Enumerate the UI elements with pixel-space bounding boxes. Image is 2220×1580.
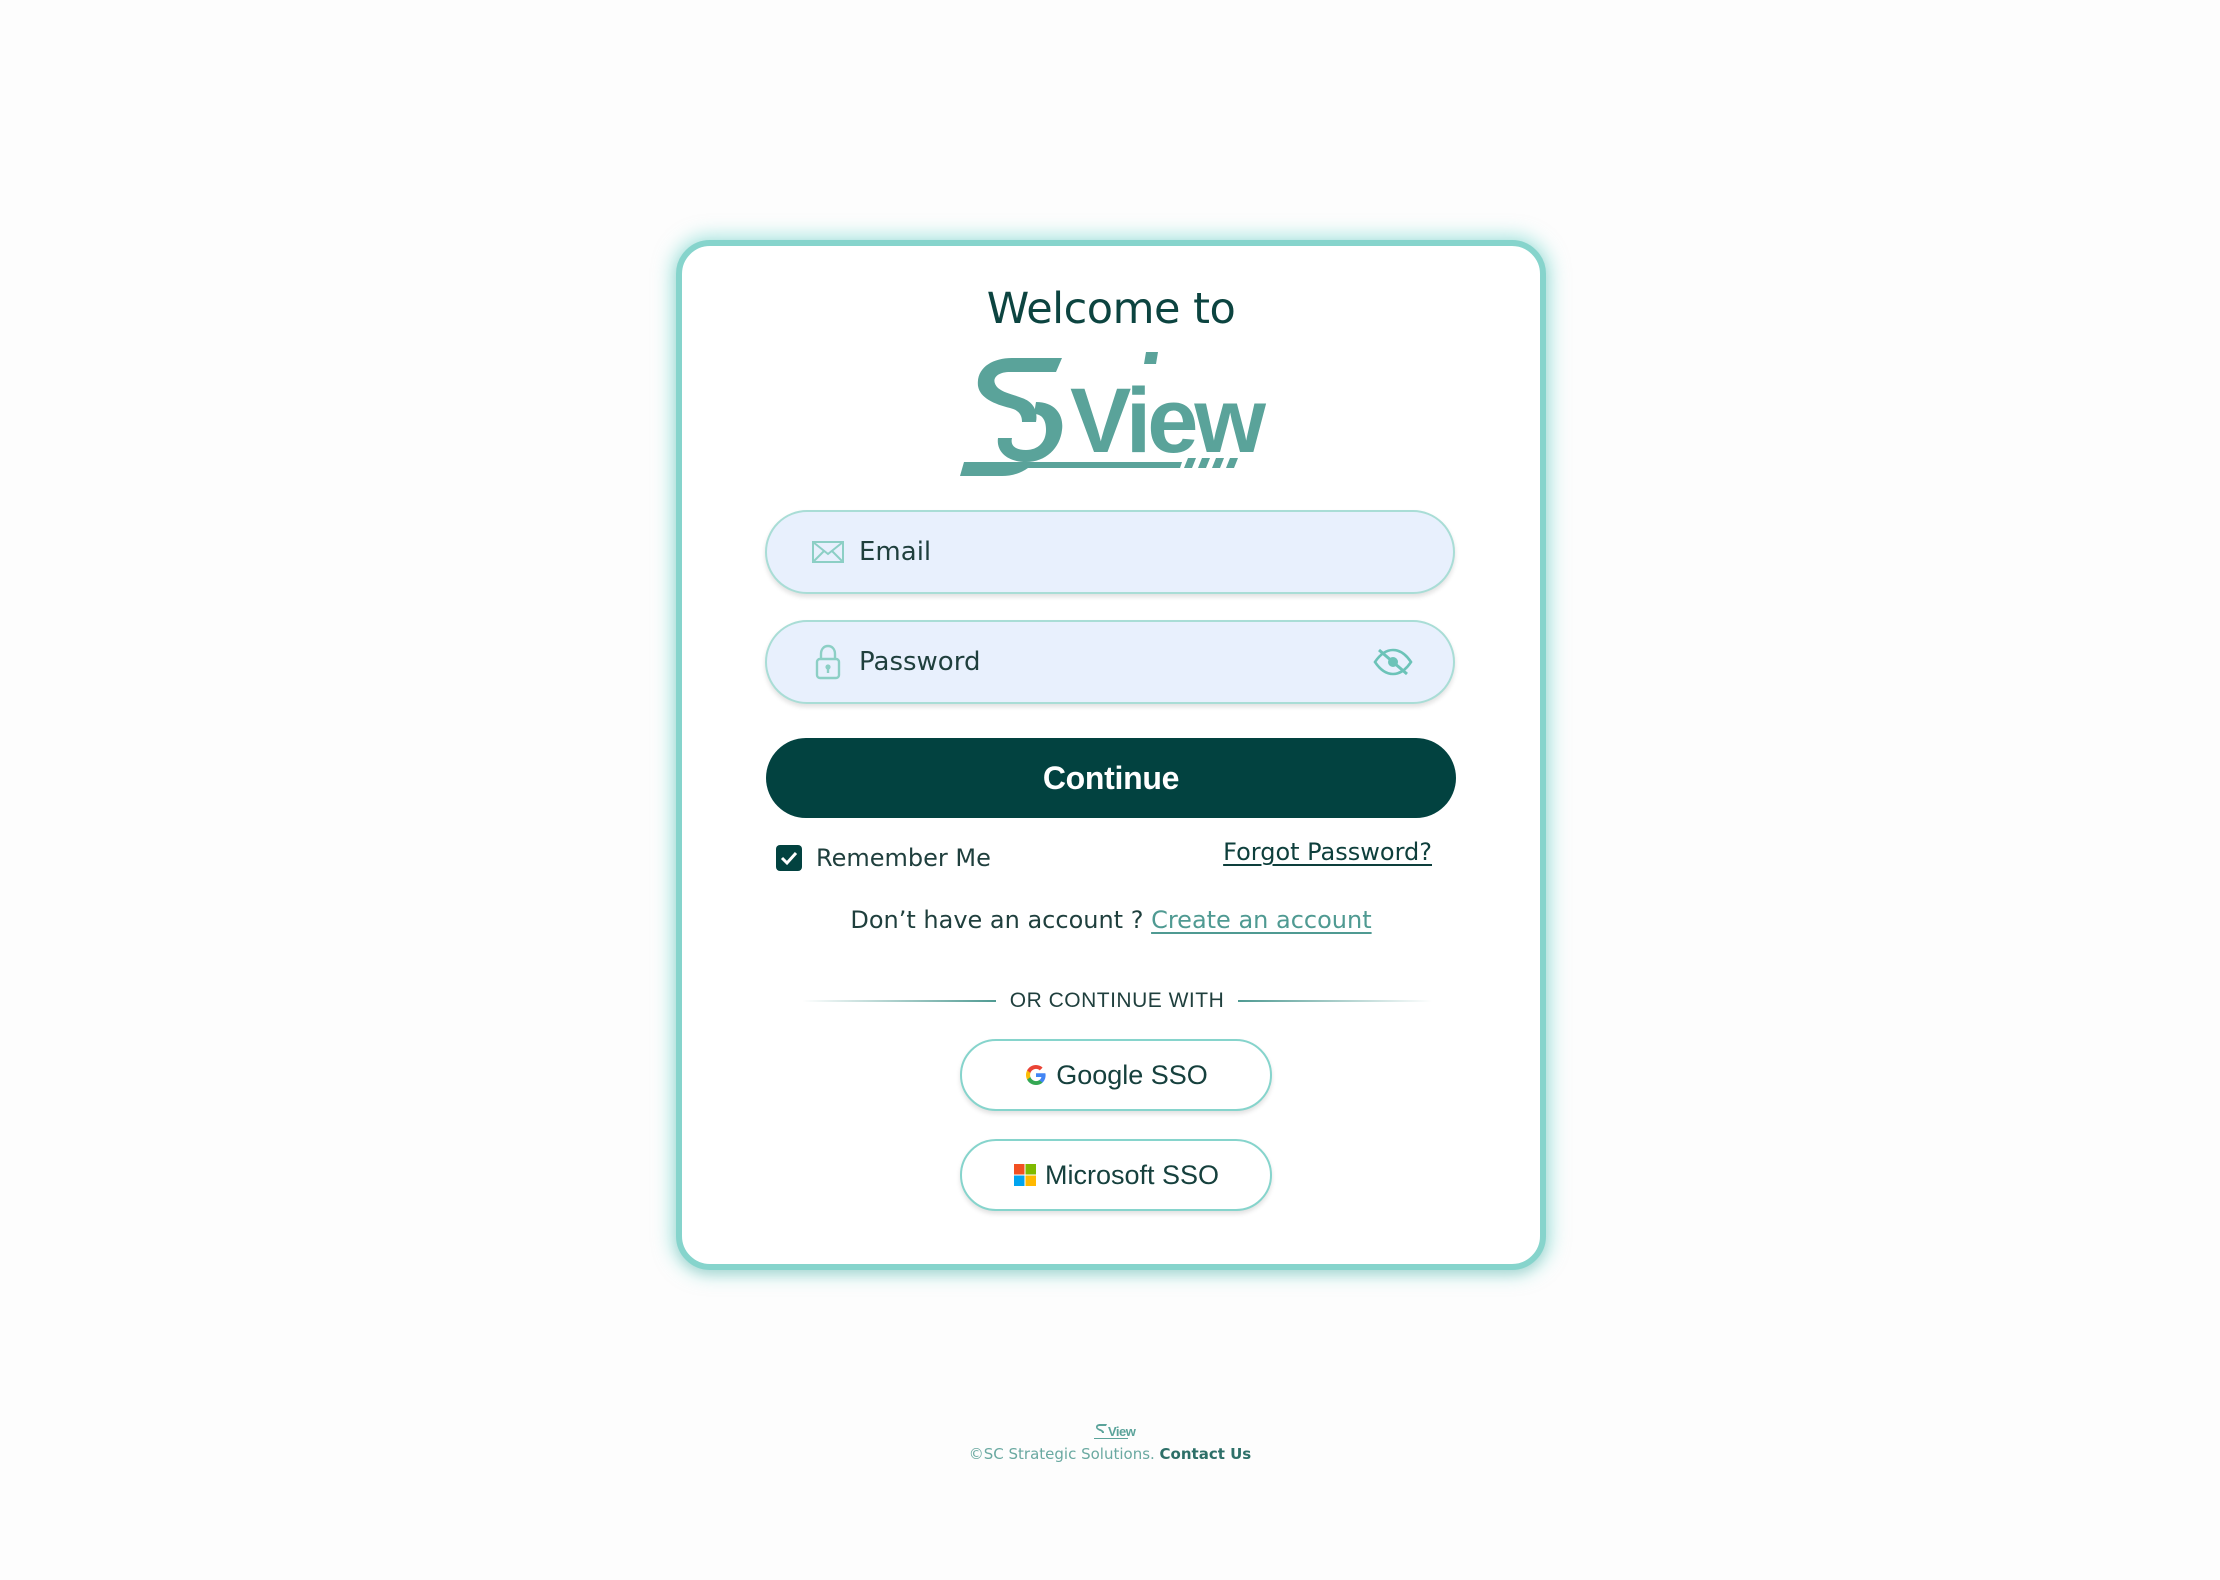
svg-text:View: View [1070,370,1266,472]
microsoft-icon [1013,1164,1036,1186]
google-icon [1026,1065,1046,1085]
remember-me-label: Remember Me [816,844,991,872]
lock-icon [815,644,841,680]
signup-prompt: Don’t have an account ? Create an accoun… [682,906,1540,934]
signup-prompt-text: Don’t have an account ? [850,906,1152,934]
forgot-password-link[interactable]: Forgot Password? [1223,838,1432,866]
email-field-wrapper [765,510,1455,594]
password-field-wrapper [765,620,1455,704]
svg-text:View: View [1108,1424,1137,1439]
password-input[interactable] [859,622,1359,702]
divider-text: OR CONTINUE WITH [1009,989,1225,1012]
microsoft-sso-label: Microsoft SSO [1044,1159,1220,1190]
remember-me-toggle[interactable]: Remember Me [776,841,991,875]
checkmark-icon [780,851,798,866]
mail-icon [812,541,844,563]
login-card: Welcome to View Email Continue Remember … [676,240,1546,1270]
microsoft-sso-button[interactable]: Microsoft SSO [960,1139,1272,1211]
divider-line-right [1238,1000,1433,1002]
divider-line-left [802,1000,996,1002]
eye-off-icon[interactable] [1373,646,1413,678]
footer: ©SC Strategic Solutions. Contact Us [0,1445,2220,1463]
continue-button[interactable]: Continue [766,738,1456,818]
remember-me-checkbox[interactable] [776,845,802,871]
footer-copyright: ©SC Strategic Solutions. [968,1445,1160,1463]
sso-divider: OR CONTINUE WITH [802,986,1433,1016]
footer-scview-logo: View [1094,1424,1137,1439]
create-account-link[interactable]: Create an account [1151,906,1372,934]
email-input[interactable] [859,512,1359,592]
contact-us-link[interactable]: Contact Us [1160,1445,1252,1463]
google-sso-button[interactable]: Google SSO [960,1039,1272,1111]
scview-logo: View [960,352,1270,476]
google-sso-label: Google SSO [1056,1059,1208,1090]
welcome-heading: Welcome to [986,284,1236,334]
